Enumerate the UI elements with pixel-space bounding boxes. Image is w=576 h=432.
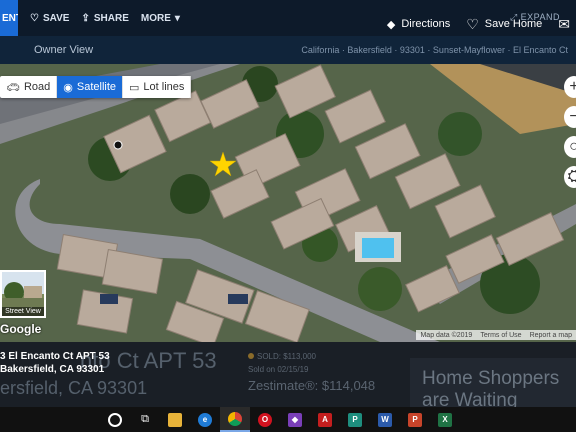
street-view-button[interactable]: ⛭	[564, 166, 576, 188]
more-button[interactable]: MORE ▾	[141, 13, 180, 24]
eye-icon: ◉	[63, 81, 73, 94]
heart-outline-icon: ♡	[30, 12, 39, 24]
chevron-down-icon: ▾	[174, 12, 180, 24]
map-type-road[interactable]: 🚗︎ Road	[0, 76, 58, 98]
powerpoint-icon[interactable]: P	[340, 407, 370, 432]
zestimate[interactable]: Zestimate®: $114,048	[248, 378, 375, 393]
home-shoppers-banner[interactable]: Home Shoppers are Waiting	[410, 358, 576, 411]
word-icon[interactable]: W	[370, 407, 400, 432]
chrome-icon[interactable]	[220, 407, 250, 432]
save-home-button[interactable]: ♡ Save Home	[466, 16, 542, 33]
map-data-label: Map data ©2019	[420, 331, 473, 339]
map-type-lot-lines[interactable]: ▭ Lot lines	[123, 76, 192, 98]
street-view-thumbnail[interactable]: Street View	[0, 270, 46, 318]
cortana-icon[interactable]	[100, 407, 130, 432]
zoom-in-button[interactable]: +	[564, 76, 576, 98]
acrobat-icon[interactable]: A	[310, 407, 340, 432]
sold-label: SOLD: $113,000	[257, 352, 317, 361]
windows-taskbar: ⧉ e O ◆ A P W P X	[0, 407, 576, 432]
satellite-imagery	[0, 64, 576, 342]
sold-date: Sold on 02/15/19	[248, 365, 309, 374]
address-overlay: 3 El Encanto Ct APT 53 Bakersfield, CA 9…	[0, 350, 112, 376]
street-view-label: Street View	[2, 307, 44, 316]
file-explorer-icon[interactable]	[160, 407, 190, 432]
address-line-2: Bakersfield, CA 93301	[0, 364, 105, 375]
directions-icon: ◆	[386, 18, 396, 31]
sub-header: Owner View California · Bakersfield · 93…	[0, 36, 576, 64]
excel-icon[interactable]: X	[430, 407, 460, 432]
map-type-satellite[interactable]: ◉ Satellite	[57, 76, 124, 98]
tab-selected-label: ENT	[2, 12, 18, 24]
map-attribution: Map data ©2019 Terms of Use Report a map	[416, 330, 576, 340]
directions-label: Directions	[401, 18, 451, 30]
sold-status: SOLD: $113,000	[248, 352, 316, 361]
directions-button[interactable]: ◆ Directions	[387, 18, 450, 31]
share-label: SHARE	[93, 12, 129, 24]
mail-icon: ✉	[558, 15, 570, 32]
visual-studio-icon[interactable]: ◆	[280, 407, 310, 432]
map-controls: + − ○ ⛭	[564, 76, 576, 196]
share-button[interactable]: ⇪ SHARE	[81, 13, 128, 24]
opera-icon[interactable]: O	[250, 407, 280, 432]
tab-selected[interactable]: ENT	[0, 0, 18, 36]
lot-lines-icon: ▭	[129, 81, 140, 94]
taskbar-spacer	[0, 407, 100, 432]
powerpoint-icon-2[interactable]: P	[400, 407, 430, 432]
satellite-label: Satellite	[76, 81, 117, 93]
mail-button[interactable]: ✉	[558, 16, 570, 33]
address-line-1: 3 El Encanto Ct APT 53	[0, 351, 110, 362]
save-home-label: Save Home	[484, 18, 543, 30]
google-logo: Google	[0, 322, 42, 336]
breadcrumb[interactable]: California · Bakersfield · 93301 · Sunse…	[301, 45, 568, 55]
more-label: MORE	[140, 12, 171, 24]
road-label: Road	[23, 81, 51, 93]
share-icon: ⇪	[81, 12, 90, 24]
locate-button[interactable]: ○	[564, 136, 576, 158]
task-view-icon[interactable]: ⧉	[130, 407, 160, 432]
zoom-out-button[interactable]: −	[564, 106, 576, 128]
edge-icon[interactable]: e	[190, 407, 220, 432]
lot-lines-label: Lot lines	[143, 81, 185, 93]
heart-outline-icon: ♡	[466, 15, 479, 32]
map-type-selector: 🚗︎ Road ◉ Satellite ▭ Lot lines	[0, 76, 192, 98]
header-bar: ENT ♡ SAVE ⇪ SHARE MORE ▾ ⤢ EXPAND ◆ Dir…	[0, 0, 576, 36]
car-icon: 🚗︎	[6, 81, 20, 94]
save-label: SAVE	[42, 12, 70, 24]
report-map-link[interactable]: Report a map	[530, 332, 572, 339]
owner-view-link[interactable]: Owner View	[34, 44, 93, 56]
status-dot-icon	[248, 353, 254, 359]
terms-link[interactable]: Terms of Use	[480, 332, 521, 339]
save-button[interactable]: ♡ SAVE	[30, 13, 69, 24]
headline-city: ersfield, CA 93301	[0, 378, 148, 398]
satellite-map[interactable]	[0, 64, 576, 342]
